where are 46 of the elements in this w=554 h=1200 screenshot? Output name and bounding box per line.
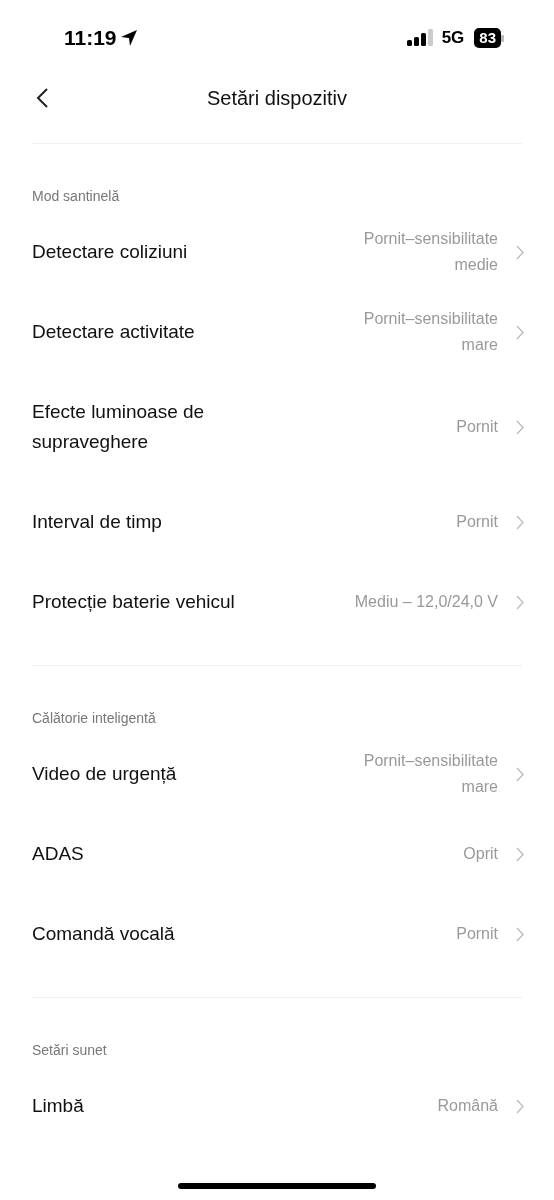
status-time: 11:19: [64, 26, 117, 50]
setting-label: Detectare coliziuni: [32, 240, 188, 264]
back-icon[interactable]: [35, 87, 49, 109]
settings-row[interactable]: ADAS Oprit: [32, 814, 522, 894]
setting-value: Pornit–sensibilitate mare: [362, 751, 498, 797]
chevron-right-icon: [516, 514, 524, 530]
setting-value: Pornit–sensibilitate mare: [362, 309, 498, 355]
setting-value: Oprit: [463, 844, 498, 864]
settings-row[interactable]: Protecție baterie vehicul Mediu – 12,0/24,0 V: [32, 562, 522, 642]
section-header: Mod santinelă: [32, 187, 121, 205]
chevron-right-icon: [516, 419, 524, 435]
settings-row[interactable]: Efecte luminoase de supraveghere Pornit: [32, 372, 522, 482]
page-title: Setări dispozitiv: [206, 86, 348, 110]
location-arrow-icon: [119, 29, 138, 47]
setting-label: Video de urgență: [32, 762, 177, 786]
setting-label: ADAS: [32, 842, 84, 866]
settings-row[interactable]: Comandă vocală Pornit: [32, 894, 522, 974]
section-header: Călătorie inteligentă: [32, 709, 157, 727]
signal-icon: [406, 29, 434, 47]
chevron-right-icon: [516, 926, 524, 942]
setting-label: Efecte luminoase de supraveghere: [32, 400, 206, 454]
chevron-right-icon: [516, 244, 524, 260]
settings-row[interactable]: Detectare coliziuni Pornit–sensibilitate medie: [32, 212, 522, 292]
setting-label: Detectare activitate: [32, 320, 195, 344]
setting-value: Pornit: [456, 512, 498, 532]
chevron-right-icon: [516, 1098, 524, 1114]
setting-label: Protecție baterie vehicul: [32, 590, 235, 614]
settings-row[interactable]: Video de urgență Pornit–sensibilitate mare: [32, 734, 522, 814]
network-label: 5G: [441, 28, 465, 48]
settings-row[interactable]: Limbă Română: [32, 1066, 522, 1146]
setting-value: Română: [437, 1096, 498, 1116]
settings-row[interactable]: Interval de timp Pornit: [32, 482, 522, 562]
chevron-right-icon: [516, 846, 524, 862]
section-header: Setări sunet: [32, 1041, 108, 1059]
chevron-right-icon: [516, 594, 524, 610]
setting-value: Pornit: [456, 924, 498, 944]
chevron-right-icon: [516, 324, 524, 340]
setting-value: Pornit–sensibilitate medie: [362, 229, 498, 275]
settings-row[interactable]: Detectare activitate Pornit–sensibilitate mare: [32, 292, 522, 372]
battery-icon: 83: [474, 28, 504, 48]
setting-label: Interval de timp: [32, 510, 162, 534]
setting-value: Mediu – 12,0/24,0 V: [354, 592, 498, 612]
chevron-right-icon: [516, 766, 524, 782]
setting-label: Limbă: [32, 1094, 84, 1118]
setting-label: Comandă vocală: [32, 922, 175, 946]
setting-value: Pornit: [456, 417, 498, 437]
